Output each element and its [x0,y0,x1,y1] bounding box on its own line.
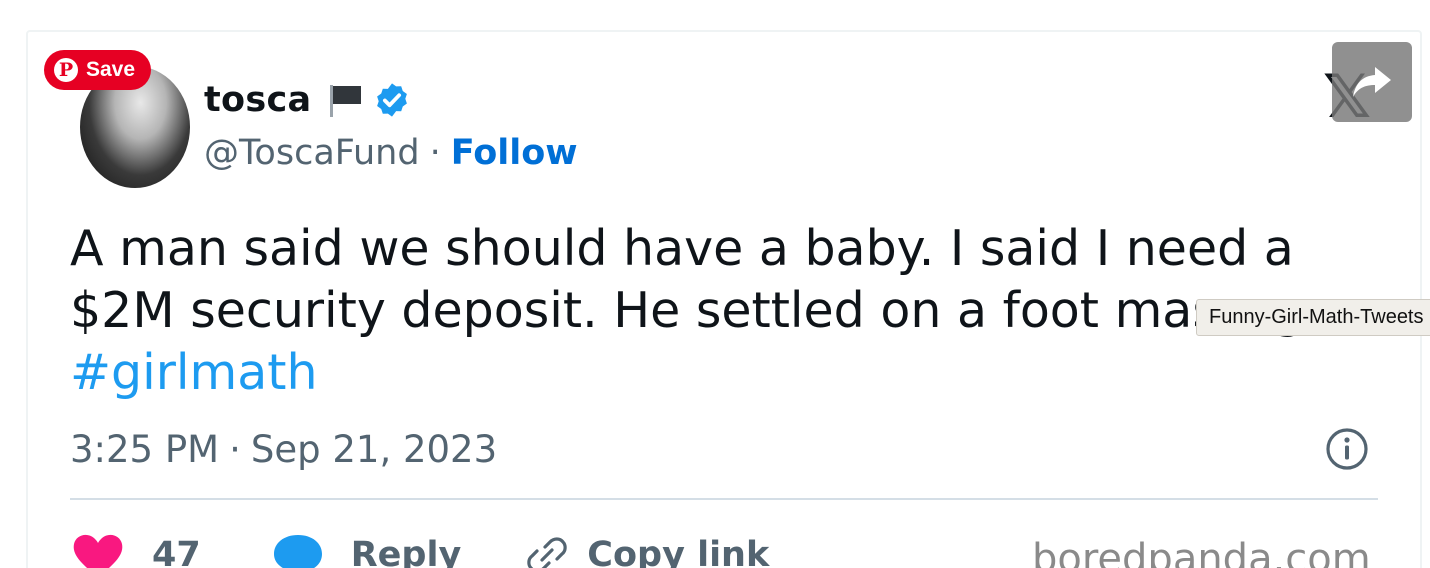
image-title-tooltip: Funny-Girl-Math-Tweets [1196,299,1430,336]
share-arrow-icon [1353,67,1391,97]
watermark: boredpanda.com [1032,536,1371,568]
tweet-timestamp[interactable]: 3:25 PM · Sep 21, 2023 [70,424,497,474]
follow-link[interactable]: Follow [451,133,578,173]
link-icon [527,537,568,568]
reply-button[interactable]: Reply [271,531,526,568]
share-button[interactable] [1332,42,1412,122]
pinterest-logo-icon: P [54,58,78,82]
separator: · [229,427,241,471]
copy-link-label: Copy link [587,535,770,568]
author-handle[interactable]: @ToscaFund [204,133,420,173]
info-icon[interactable] [1324,426,1370,472]
author-name[interactable]: tosca [204,80,311,120]
divider [70,498,1378,500]
verified-badge-icon [377,83,408,117]
heart-icon [73,534,123,568]
separator: · [429,133,441,173]
like-button[interactable]: 47 [70,531,271,568]
tweet-actions: 47 Reply Copy link [70,530,769,568]
tweet-date: Sep 21, 2023 [250,427,498,471]
reply-label: Reply [350,535,462,568]
black-flag-icon [330,85,362,117]
tweet-time: 3:25 PM [70,427,220,471]
like-count: 47 [152,535,201,568]
tweet-body: A man said we should have a baby. I said… [70,218,1370,404]
reply-bubble-icon [273,535,322,568]
author-name-row: tosca [204,78,411,122]
tweet-text: A man said we should have a baby. I said… [70,220,1351,339]
author-handle-row: @ToscaFund · Follow [204,130,578,176]
pinterest-save-label: Save [86,58,136,81]
hashtag-link[interactable]: #girlmath [70,344,318,401]
pinterest-save-button[interactable]: P Save [44,50,151,90]
copy-link-button[interactable]: Copy link [525,533,769,568]
